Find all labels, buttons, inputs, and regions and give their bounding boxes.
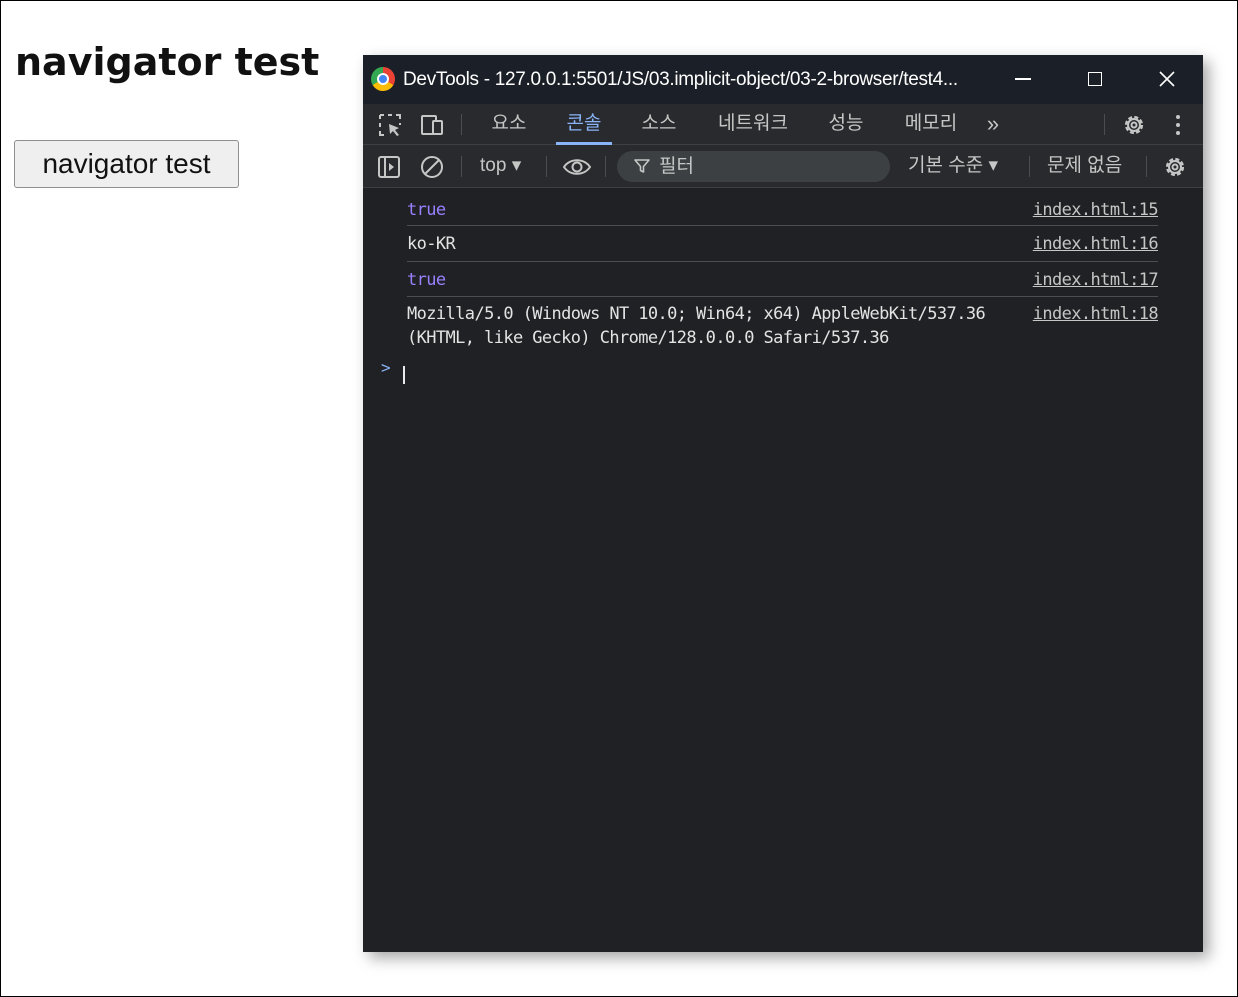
tab-network[interactable]: 네트워크 [714, 104, 792, 144]
filter-funnel-icon [634, 159, 650, 173]
more-options-icon[interactable] [1165, 112, 1191, 138]
context-selector[interactable]: top ▾ [480, 145, 521, 187]
more-tabs-button[interactable]: » [980, 104, 1006, 144]
toolbar-divider [461, 114, 462, 135]
console-message-text: true [407, 200, 446, 220]
clear-console-icon[interactable] [419, 154, 445, 180]
navigator-test-button[interactable]: navigator test [14, 140, 239, 188]
filter-input[interactable] [659, 151, 879, 182]
tab-performance[interactable]: 성능 [826, 104, 866, 144]
toolbar-divider [1146, 156, 1147, 177]
console-source-link[interactable]: index.html:18 [1033, 302, 1159, 326]
toolbar-divider [1029, 156, 1030, 177]
console-toolbar: top ▾ 기본 수준 ▾ 문제 없음 [363, 145, 1203, 188]
maximize-icon [1088, 72, 1102, 86]
console-settings-gear-icon[interactable] [1162, 154, 1188, 180]
inspect-element-icon[interactable] [377, 112, 403, 138]
console-message-row: ko-KR index.html:16 [407, 232, 1159, 262]
toolbar-divider [546, 156, 547, 177]
devtools-window: DevTools - 127.0.0.1:5501/JS/03.implicit… [363, 55, 1203, 952]
console-prompt-chevron-icon: > [381, 358, 391, 377]
devtools-tabbar: 요소 콘솔 소스 네트워크 성능 메모리 » [363, 104, 1203, 145]
settings-gear-icon[interactable] [1121, 112, 1147, 138]
sidebar-toggle-icon[interactable] [376, 154, 402, 180]
issues-counter[interactable]: 문제 없음 [1047, 145, 1122, 187]
tab-console[interactable]: 콘솔 [556, 104, 612, 145]
toolbar-divider [1104, 114, 1105, 135]
console-input-caret[interactable] [403, 366, 405, 384]
minimize-icon [1015, 78, 1031, 80]
log-levels-dropdown[interactable]: 기본 수준 ▾ [908, 145, 998, 187]
chrome-logo-icon [371, 67, 395, 91]
live-expression-eye-icon[interactable] [562, 154, 592, 180]
close-icon [1159, 71, 1175, 87]
maximize-button[interactable] [1072, 61, 1118, 97]
console-message-text: true [407, 270, 446, 290]
tab-memory[interactable]: 메모리 [902, 104, 960, 144]
page-title: navigator test [15, 40, 320, 84]
tab-sources[interactable]: 소스 [639, 104, 679, 144]
console-source-link[interactable]: index.html:16 [1033, 232, 1159, 256]
console-message-row: true index.html:15 [407, 198, 1159, 226]
device-toolbar-icon[interactable] [419, 112, 445, 138]
console-output: true index.html:15 ko-KR index.html:16 t… [363, 188, 1203, 952]
console-message-text: ko-KR [407, 234, 456, 254]
tab-elements[interactable]: 요소 [489, 104, 529, 144]
devtools-titlebar: DevTools - 127.0.0.1:5501/JS/03.implicit… [363, 55, 1203, 104]
toolbar-divider [461, 156, 462, 177]
console-source-link[interactable]: index.html:15 [1033, 198, 1159, 222]
minimize-button[interactable] [1000, 61, 1046, 97]
toolbar-divider [605, 156, 606, 177]
console-source-link[interactable]: index.html:17 [1033, 268, 1159, 292]
filter-box [617, 151, 890, 182]
console-message-row: true index.html:17 [407, 268, 1159, 297]
window-title: DevTools - 127.0.0.1:5501/JS/03.implicit… [403, 69, 958, 90]
close-button[interactable] [1144, 61, 1190, 97]
console-message-row: Mozilla/5.0 (Windows NT 10.0; Win64; x64… [407, 302, 1159, 354]
console-message-text: Mozilla/5.0 (Windows NT 10.0; Win64; x64… [407, 304, 986, 348]
